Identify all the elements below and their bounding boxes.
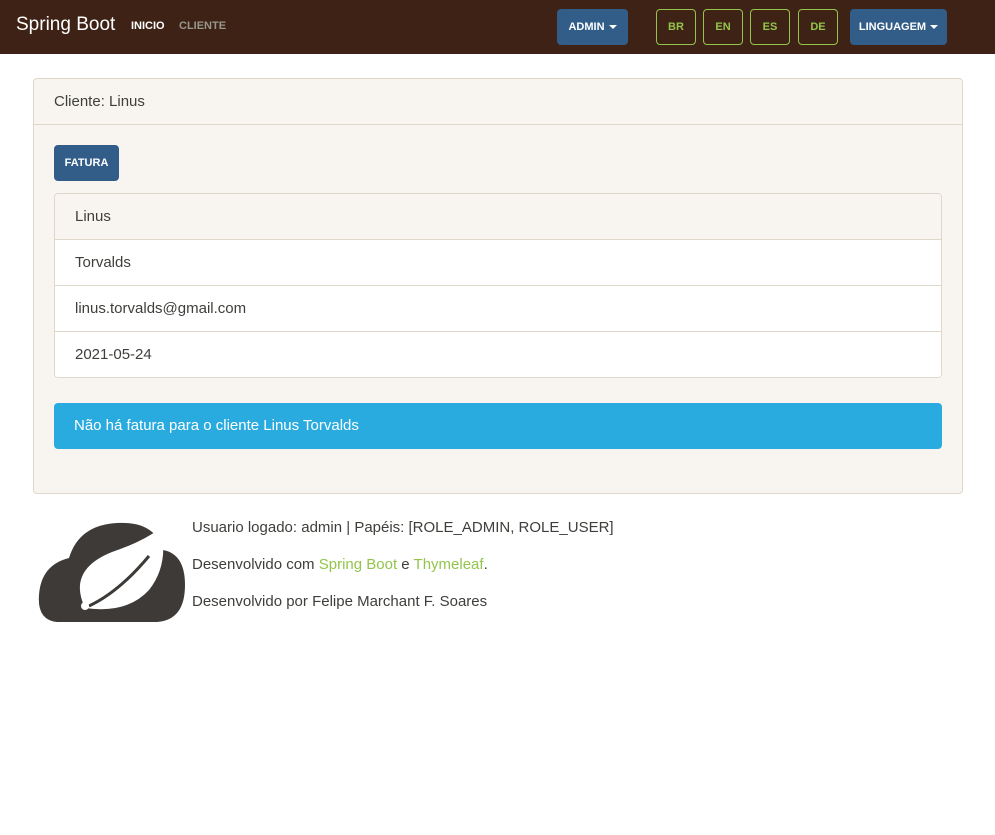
developed-with-text: Desenvolvido com Spring Boot e Thymeleaf… bbox=[192, 556, 488, 573]
detail-date: 2021-05-24 bbox=[55, 332, 941, 377]
language-button-br[interactable]: BR bbox=[656, 9, 696, 45]
card-header: Cliente: Linus bbox=[34, 79, 962, 125]
thymeleaf-link[interactable]: Thymeleaf bbox=[414, 556, 484, 573]
period-text: . bbox=[483, 556, 488, 573]
brand-link[interactable]: Spring Boot bbox=[16, 14, 115, 36]
language-button-de[interactable]: DE bbox=[798, 9, 838, 45]
nav-link-cliente[interactable]: CLIENTE bbox=[179, 20, 226, 32]
client-card: Cliente: Linus FATURA Linus Torvalds lin… bbox=[33, 78, 963, 494]
language-button-en[interactable]: EN bbox=[703, 9, 743, 45]
language-dropdown-button[interactable]: LINGUAGEM bbox=[850, 9, 947, 45]
fatura-button[interactable]: FATURA bbox=[54, 145, 119, 181]
caret-down-icon bbox=[930, 25, 939, 29]
client-details-list: Linus Torvalds linus.torvalds@gmail.com … bbox=[54, 193, 942, 378]
navbar: Spring Boot INICIO CLIENTE ADMIN BR EN E… bbox=[0, 0, 995, 54]
admin-dropdown-button[interactable]: ADMIN bbox=[557, 9, 628, 45]
detail-email: linus.torvalds@gmail.com bbox=[55, 286, 941, 332]
developed-by-text: Desenvolvido por Felipe Marchant F. Soar… bbox=[192, 593, 488, 610]
detail-first-name: Linus bbox=[55, 194, 941, 240]
detail-last-name: Torvalds bbox=[55, 240, 941, 286]
language-button-es[interactable]: ES bbox=[750, 9, 790, 45]
logged-user-text: Usuario logado: admin | Papéis: [ROLE_AD… bbox=[192, 519, 614, 536]
conjunction-text: e bbox=[397, 556, 414, 573]
nav-link-inicio[interactable]: INICIO bbox=[131, 20, 165, 32]
spring-leaf-logo bbox=[38, 522, 186, 622]
spring-boot-link[interactable]: Spring Boot bbox=[319, 556, 397, 573]
caret-down-icon bbox=[608, 25, 617, 29]
no-invoice-alert: Não há fatura para o cliente Linus Torva… bbox=[54, 403, 942, 449]
developed-with-prefix: Desenvolvido com bbox=[192, 556, 319, 573]
language-menu-label: LINGUAGEM bbox=[858, 21, 927, 33]
admin-label: ADMIN bbox=[568, 21, 605, 33]
